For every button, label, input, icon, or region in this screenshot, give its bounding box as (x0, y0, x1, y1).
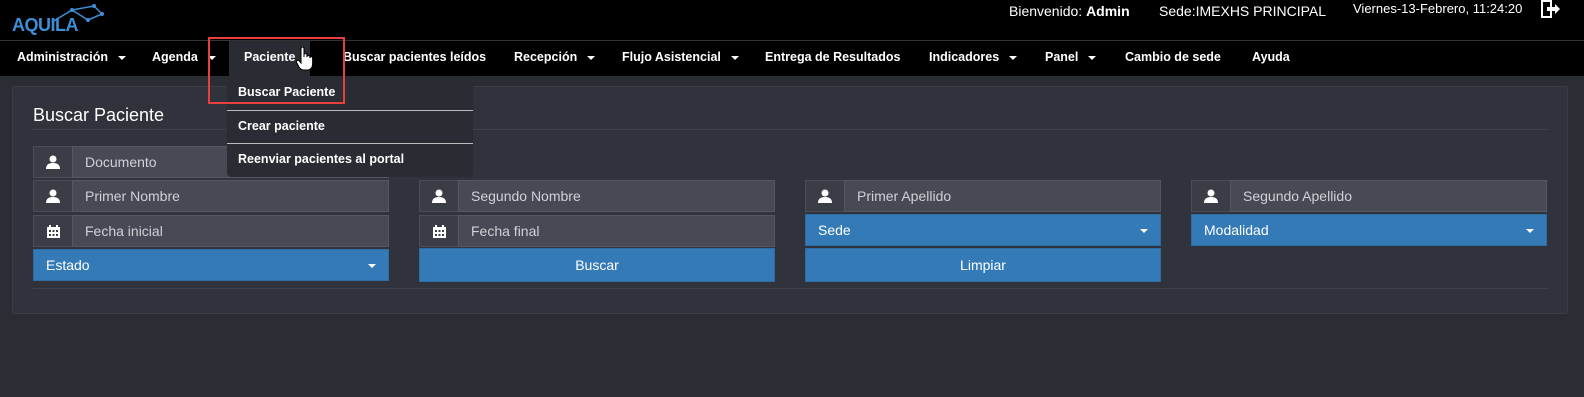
fecha-inicial-input[interactable] (72, 215, 389, 247)
limpiar-button[interactable]: Limpiar (805, 248, 1161, 282)
caret-down-icon (368, 264, 376, 268)
primer-nombre-input-group (33, 180, 389, 212)
paciente-dropdown-menu: Buscar Paciente Crear paciente Reenviar … (227, 70, 473, 177)
primer-apellido-input[interactable] (844, 180, 1161, 212)
nav-label: Agenda (152, 50, 198, 64)
nav-administracion[interactable]: Administración (17, 41, 126, 76)
segundo-nombre-input-group (419, 180, 775, 212)
nav-label: Cambio de sede (1125, 50, 1221, 64)
user-icon (419, 180, 458, 212)
estado-select[interactable]: Estado (33, 249, 389, 281)
nav-recepcion[interactable]: Recepción (514, 41, 596, 76)
hand-cursor-icon (296, 47, 314, 71)
primer-apellido-input-group (805, 180, 1161, 212)
menu-reenviar-portal[interactable]: Reenviar pacientes al portal (238, 152, 404, 166)
calendar-icon (419, 215, 458, 247)
caret-down-icon (1088, 55, 1097, 60)
menu-crear-paciente[interactable]: Crear paciente (238, 119, 325, 133)
estado-select-label: Estado (46, 257, 90, 273)
nav-label: Ayuda (1252, 50, 1290, 64)
user-name: Admin (1086, 3, 1130, 19)
caret-down-icon (1009, 55, 1018, 60)
nav-label: Paciente (244, 50, 296, 64)
fecha-inicial-input-group (33, 215, 389, 247)
dropdown-divider (227, 143, 473, 144)
segundo-apellido-input-group (1191, 180, 1547, 212)
nav-cambio-sede[interactable]: Cambio de sede (1125, 41, 1221, 76)
nav-agenda[interactable]: Agenda (152, 41, 216, 76)
modalidad-select[interactable]: Modalidad (1191, 214, 1547, 246)
current-datetime: Viernes-13-Febrero, 11:24:20 (1353, 1, 1523, 16)
segundo-apellido-input[interactable] (1230, 180, 1547, 212)
nav-label: Recepción (514, 50, 578, 64)
nav-indicadores[interactable]: Indicadores (929, 41, 1018, 76)
user-icon (33, 180, 72, 212)
aquila-logo[interactable]: AQUILA (12, 4, 104, 36)
nav-label: Indicadores (929, 50, 1000, 64)
caret-down-icon (118, 55, 126, 60)
main-navbar: Administración Agenda Paciente Buscar pa… (0, 40, 1584, 76)
modalidad-select-label: Modalidad (1204, 222, 1269, 238)
fecha-final-input[interactable] (458, 215, 775, 247)
nav-ayuda[interactable]: Ayuda (1252, 41, 1290, 76)
nav-panel[interactable]: Panel (1045, 41, 1097, 76)
nav-label: Buscar pacientes leídos (343, 50, 487, 64)
caret-down-icon (587, 55, 596, 60)
dropdown-arrow (267, 70, 279, 76)
segundo-nombre-input[interactable] (458, 180, 775, 212)
nav-label: Flujo Asistencial (622, 50, 721, 64)
user-icon (33, 146, 72, 178)
nav-flujo-asistencial[interactable]: Flujo Asistencial (622, 41, 739, 76)
welcome-label: Bienvenido: (1009, 3, 1083, 19)
user-icon (1191, 180, 1230, 212)
nav-entrega-resultados[interactable]: Entrega de Resultados (765, 41, 900, 76)
nav-label: Administración (17, 50, 108, 64)
caret-down-icon (1526, 229, 1534, 233)
caret-down-icon (207, 55, 216, 60)
menu-buscar-paciente[interactable]: Buscar Paciente (238, 85, 335, 99)
user-icon (805, 180, 844, 212)
fecha-final-input-group (419, 215, 775, 247)
caret-down-icon (1140, 229, 1148, 233)
nav-label: Panel (1045, 50, 1079, 64)
logout-icon[interactable] (1540, 0, 1560, 18)
welcome-text: Bienvenido: Admin (1009, 3, 1130, 19)
top-bar: AQUILA Bienvenido: Admin Sede:IMEXHS PRI… (0, 0, 1584, 40)
nav-buscar-pacientes-leidos[interactable]: Buscar pacientes leídos (343, 41, 486, 76)
primer-nombre-input[interactable] (72, 180, 389, 212)
sede-select-label: Sede (818, 222, 851, 238)
dropdown-divider (227, 110, 473, 111)
panel-divider (33, 288, 1549, 289)
buscar-button[interactable]: Buscar (419, 248, 775, 282)
logo-constellation-icon (51, 4, 104, 23)
calendar-icon (33, 215, 72, 247)
caret-down-icon (730, 55, 739, 60)
nav-label: Entrega de Resultados (765, 50, 901, 64)
sede-select[interactable]: Sede (805, 214, 1161, 246)
current-sede: Sede:IMEXHS PRINCIPAL (1159, 3, 1327, 19)
panel-title: Buscar Paciente (33, 105, 165, 125)
